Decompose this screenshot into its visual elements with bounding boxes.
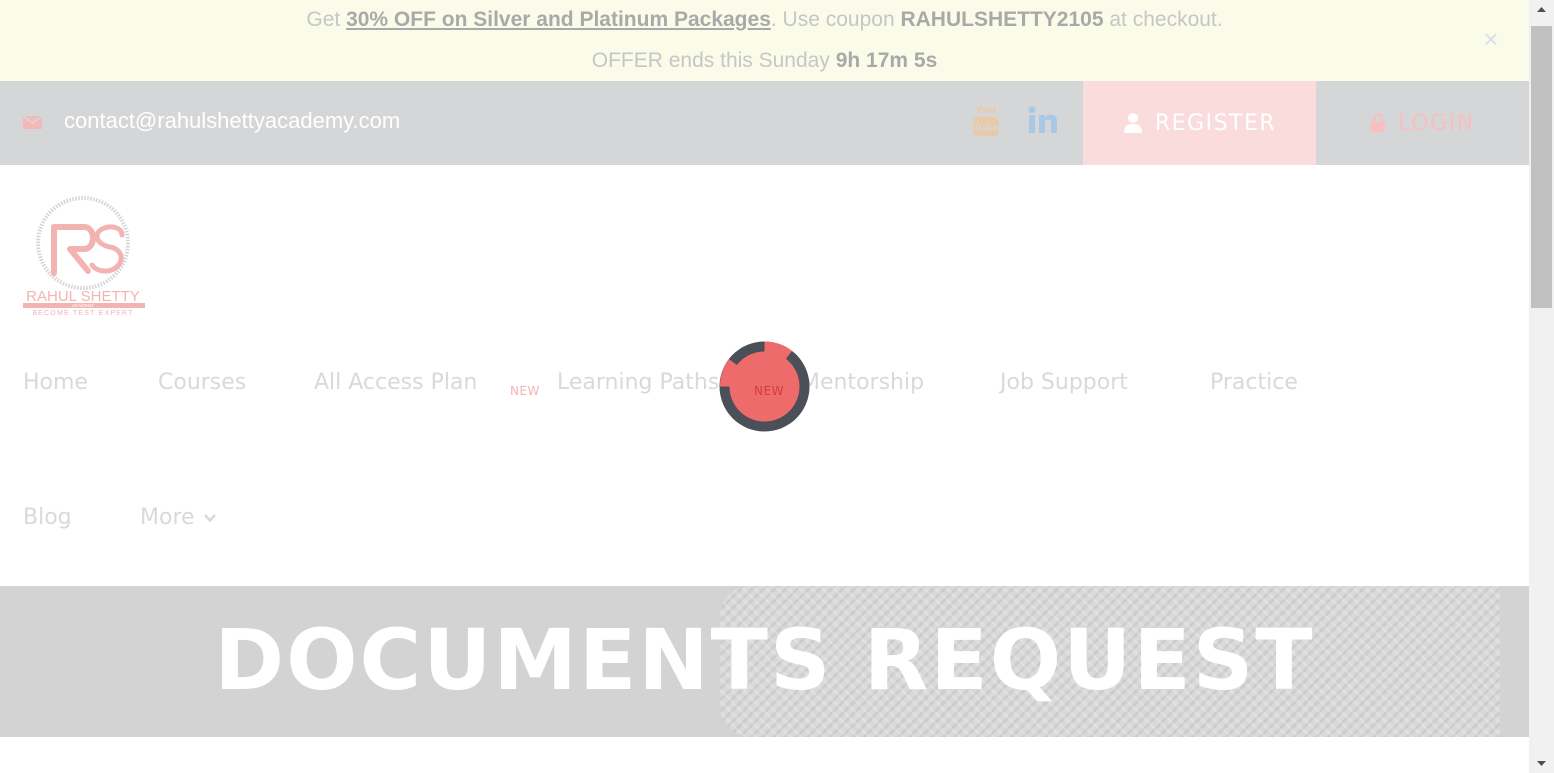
login-label: LOGIN <box>1398 110 1475 136</box>
offer-line-1: Get 30% OFF on Silver and Platinum Packa… <box>0 6 1529 34</box>
svg-text:Tube: Tube <box>973 123 1000 134</box>
register-button[interactable]: REGISTER <box>1083 81 1316 165</box>
new-badge-learning-paths: NEW <box>754 384 784 398</box>
nav-blog[interactable]: Blog <box>23 505 72 531</box>
close-icon[interactable]: × <box>1479 26 1503 52</box>
chevron-down-icon <box>203 514 216 523</box>
nav-all-access-plan[interactable]: All Access Plan <box>314 370 477 396</box>
offer-bar: Get 30% OFF on Silver and Platinum Packa… <box>0 0 1529 81</box>
user-icon <box>1123 113 1142 133</box>
page-title: DOCUMENTS REQUEST <box>214 611 1315 709</box>
academy-logo[interactable]: RAHUL SHETTY ACADEMY BECOME TEST EXPERT <box>22 193 146 317</box>
lock-icon <box>1371 113 1386 132</box>
nav-learning-paths[interactable]: Learning Paths <box>557 370 719 396</box>
logo-tagline: BECOME TEST EXPERT <box>32 310 133 317</box>
offer-get: Get <box>306 8 347 31</box>
loading-spinner-icon: NEW <box>719 341 810 432</box>
offer-countdown: 9h 17m 5s <box>835 49 938 72</box>
nav-more[interactable]: More <box>140 505 217 531</box>
scroll-down-arrow-icon[interactable] <box>1529 753 1554 773</box>
top-bar: contact@rahulshettyacademy.com You Tube … <box>0 81 1529 165</box>
scroll-up-arrow-icon[interactable] <box>1529 0 1554 20</box>
nav-more-label: More <box>140 505 195 530</box>
logo-sub: ACADEMY <box>72 303 94 308</box>
nav-job-support[interactable]: Job Support <box>1000 370 1128 396</box>
youtube-icon[interactable]: You Tube <box>970 102 1002 138</box>
page-banner: DOCUMENTS REQUEST <box>0 586 1529 737</box>
offer-ends-text: OFFER ends this Sunday <box>591 49 836 72</box>
coupon-code: RAHULSHETTY2105 <box>900 8 1104 31</box>
new-badge-all-access: NEW <box>510 384 540 398</box>
offer-line-2: OFFER ends this Sunday 9h 17m 5s <box>0 47 1529 75</box>
register-label: REGISTER <box>1154 110 1277 136</box>
linkedin-icon[interactable] <box>1026 104 1058 136</box>
scrollbar-thumb[interactable] <box>1531 26 1552 308</box>
contact-email[interactable]: contact@rahulshettyacademy.com <box>64 108 400 134</box>
offer-use-coupon: . Use coupon <box>770 8 901 31</box>
vertical-scrollbar[interactable] <box>1529 0 1554 773</box>
offer-at-checkout: at checkout. <box>1103 8 1223 31</box>
nav-home[interactable]: Home <box>23 370 88 396</box>
offer-discount-link[interactable]: 30% OFF on Silver and Platinum Packages <box>346 8 771 31</box>
nav-practice[interactable]: Practice <box>1210 370 1298 396</box>
nav-courses[interactable]: Courses <box>158 370 246 396</box>
page: Get 30% OFF on Silver and Platinum Packa… <box>0 0 1529 773</box>
login-button[interactable]: LOGIN <box>1316 81 1529 165</box>
mail-icon <box>22 115 43 129</box>
svg-text:You: You <box>975 105 996 116</box>
nav-mentorship[interactable]: Mentorship <box>801 370 924 396</box>
